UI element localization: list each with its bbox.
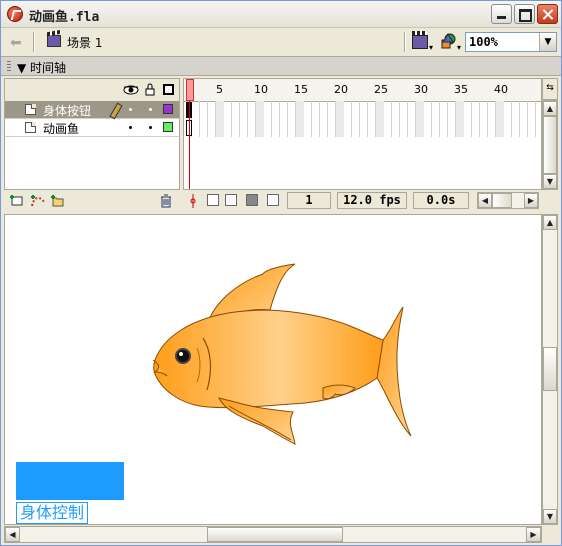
insert-layer-icon[interactable] — [9, 194, 23, 208]
frame-marker — [376, 101, 384, 137]
ruler-number: 35 — [454, 83, 468, 96]
frame-marker — [216, 101, 224, 137]
ruler-number: 15 — [294, 83, 308, 96]
scroll-right-button[interactable]: ▶ — [524, 193, 538, 208]
scene-label[interactable]: 场景 1 — [67, 34, 102, 51]
zoom-select[interactable]: 100% ▼ — [465, 32, 557, 52]
title-bar: 动画鱼.fla — [1, 1, 561, 28]
timeline-header-label: ▼ 时间轴 — [17, 61, 67, 75]
layer-icon — [25, 104, 36, 115]
chevron-down-icon[interactable]: ▼ — [539, 33, 556, 51]
timeline-header[interactable]: ▼ 时间轴 — [1, 57, 561, 76]
scroll-up-button[interactable]: ▲ — [543, 215, 557, 230]
scroll-thumb[interactable] — [543, 116, 557, 174]
layer-footer — [4, 191, 180, 211]
scroll-thumb[interactable] — [492, 193, 512, 208]
pencil-icon — [109, 102, 123, 120]
frame-ruler[interactable]: 1 5 10 15 20 25 30 35 40 — [184, 79, 541, 102]
ruler-number: 40 — [494, 83, 508, 96]
layer-name: 身体按钮 — [43, 104, 92, 118]
layer-list-header — [5, 79, 179, 102]
scroll-thumb[interactable] — [543, 347, 557, 391]
frame-marker — [336, 101, 344, 137]
minimize-button[interactable] — [491, 4, 512, 24]
trash-icon[interactable] — [160, 194, 172, 208]
visibility-dot[interactable] — [129, 108, 132, 111]
toolbar-divider — [33, 32, 35, 52]
eye-icon[interactable] — [123, 84, 139, 95]
layer-name: 动画鱼 — [43, 122, 80, 136]
layer-color-swatch[interactable] — [163, 122, 173, 132]
frame-rate[interactable]: 12.0 fps — [337, 192, 407, 209]
playhead-line — [189, 101, 190, 189]
lock-icon[interactable] — [145, 83, 155, 96]
frame-view-options-icon[interactable]: ⇆ — [542, 78, 558, 100]
frame-marker — [416, 101, 424, 137]
layer-row-body-button[interactable]: 身体按钮 — [5, 101, 179, 120]
scene-clapper-icon — [47, 35, 61, 47]
scroll-up-button[interactable]: ▲ — [543, 101, 557, 116]
close-button[interactable] — [537, 4, 558, 24]
flash-window: 动画鱼.fla ⬅ 场景 1 ▾ ▾ 100% ▼ ▼ 时间轴 身体按钮 动画鱼… — [0, 0, 562, 546]
chevron-down-icon[interactable]: ▾ — [429, 43, 433, 52]
body-control-button-shape[interactable] — [16, 462, 124, 500]
panel-grip-icon[interactable] — [7, 61, 11, 71]
layer-color-swatch[interactable] — [163, 104, 173, 114]
scroll-thumb[interactable] — [207, 527, 343, 542]
outline-icon[interactable] — [163, 84, 174, 95]
insert-folder-icon[interactable] — [50, 194, 64, 208]
onion-skin-outline-icon[interactable] — [225, 194, 237, 206]
stage-vertical-scrollbar[interactable]: ▲ ▼ — [542, 214, 558, 525]
ruler-number: 20 — [334, 83, 348, 96]
flash-app-icon — [7, 6, 23, 22]
elapsed-time: 0.0s — [413, 192, 469, 209]
visibility-dot[interactable] — [129, 126, 132, 129]
lock-dot[interactable] — [149, 126, 152, 129]
body-control-button-label[interactable]: 身体控制 — [16, 502, 89, 524]
edit-multiple-frames-icon[interactable] — [246, 194, 258, 206]
layer-row-animated-fish[interactable]: 动画鱼 — [5, 119, 179, 137]
ruler-number: 30 — [414, 83, 428, 96]
maximize-button[interactable] — [514, 4, 535, 24]
ruler-number: 5 — [216, 83, 223, 96]
scene-toolbar: ⬅ 场景 1 ▾ ▾ 100% ▼ — [1, 28, 561, 57]
ruler-number: 25 — [374, 83, 388, 96]
edit-scene-icon[interactable] — [412, 31, 428, 49]
timeline-vertical-scrollbar[interactable]: ▲ ▼ — [542, 100, 558, 190]
scroll-left-button[interactable]: ◀ — [5, 527, 20, 542]
frame-marker — [496, 101, 504, 137]
timeline-title: 时间轴 — [30, 61, 67, 75]
stage-horizontal-scrollbar[interactable]: ◀ ▶ — [4, 526, 542, 543]
ruler-number: 10 — [254, 83, 268, 96]
lock-dot[interactable] — [149, 108, 152, 111]
timeline-status-bar: 1 12.0 fps 0.0s ◀ ▶ — [183, 191, 559, 211]
layer-icon — [25, 122, 36, 133]
scroll-down-button[interactable]: ▼ — [543, 509, 557, 524]
frame-marker — [456, 101, 464, 137]
playhead[interactable] — [186, 79, 194, 101]
frame-marker — [296, 101, 304, 137]
back-arrow-icon[interactable]: ⬅ — [10, 35, 22, 51]
frame-marker — [256, 101, 264, 137]
frame-grid[interactable] — [184, 101, 541, 137]
onion-skin-icon[interactable] — [207, 194, 219, 206]
current-frame: 1 — [287, 192, 331, 209]
zoom-value: 100% — [469, 35, 498, 49]
scroll-left-button[interactable]: ◀ — [478, 193, 492, 208]
motion-guide-icon[interactable] — [30, 194, 46, 208]
chevron-down-icon[interactable]: ▾ — [457, 43, 461, 52]
modify-onion-markers-icon[interactable] — [267, 194, 279, 206]
goldfish-graphic[interactable] — [145, 260, 415, 450]
layer-list: 身体按钮 动画鱼 — [4, 78, 180, 190]
toolbar-divider — [404, 32, 406, 52]
frame-area[interactable]: 1 5 10 15 20 25 30 35 40 — [183, 78, 542, 190]
stage-canvas[interactable]: 身体控制 — [4, 214, 542, 525]
center-frame-icon[interactable] — [188, 194, 198, 208]
scroll-right-button[interactable]: ▶ — [526, 527, 541, 542]
window-title: 动画鱼.fla — [29, 10, 100, 25]
timeline-horizontal-scrollbar[interactable]: ◀ ▶ — [477, 192, 539, 209]
scroll-down-button[interactable]: ▼ — [543, 174, 557, 189]
edit-symbols-icon[interactable] — [440, 33, 456, 49]
